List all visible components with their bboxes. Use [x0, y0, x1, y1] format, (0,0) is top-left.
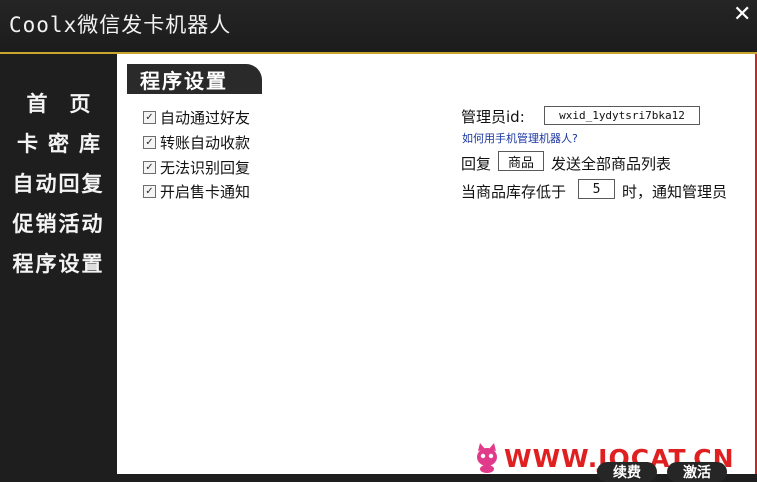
sidebar-item-auto-reply[interactable]: 自动回复 [0, 166, 117, 200]
cat-logo-icon [477, 443, 497, 473]
stock-prefix-label: 当商品库存低于 [461, 183, 567, 201]
reply-keyword-field[interactable]: 商品 [498, 151, 544, 171]
auto-accept-friends-checkbox[interactable]: ✓ 自动通过好友 [143, 108, 251, 127]
checkbox-icon: ✓ [143, 184, 156, 198]
checkbox-icon: ✓ [143, 160, 156, 174]
section-title: 程序设置 [127, 64, 262, 94]
checkbox-icon: ✓ [143, 110, 156, 124]
stock-threshold-field[interactable]: 5 [578, 179, 615, 199]
stock-suffix-label: 时，通知管理员 [622, 183, 728, 201]
help-link[interactable]: 如何用手机管理机器人? [462, 130, 578, 146]
app-title: Coolx微信发卡机器人 [9, 13, 232, 37]
title-bar: Coolx微信发卡机器人 ✕ [0, 0, 757, 52]
activate-button[interactable]: 激活 [667, 462, 727, 482]
checkbox-label: 转账自动收款 [160, 133, 251, 152]
auto-collect-transfer-checkbox[interactable]: ✓ 转账自动收款 [143, 133, 251, 152]
checkbox-label: 开启售卡通知 [160, 182, 251, 201]
checkbox-icon: ✓ [143, 135, 156, 149]
admin-id-label: 管理员id: [461, 108, 525, 126]
renew-button[interactable]: 续费 [597, 462, 657, 482]
sidebar-item-promotions[interactable]: 促销活动 [0, 206, 117, 240]
reply-suffix-label: 发送全部商品列表 [551, 155, 672, 173]
checkbox-label: 无法识别回复 [160, 158, 251, 177]
checkbox-label: 自动通过好友 [160, 108, 251, 127]
admin-id-field[interactable]: wxid_1ydytsri7bka12 [544, 106, 700, 125]
sidebar-item-card-library[interactable]: 卡密库 [0, 126, 117, 160]
sale-notification-checkbox[interactable]: ✓ 开启售卡通知 [143, 182, 251, 201]
unrecognized-reply-checkbox[interactable]: ✓ 无法识别回复 [143, 158, 251, 177]
close-icon[interactable]: ✕ [733, 2, 751, 27]
sidebar-item-settings[interactable]: 程序设置 [0, 246, 117, 280]
reply-prefix-label: 回复 [461, 155, 492, 173]
sidebar-item-home[interactable]: 首页 [0, 86, 117, 120]
